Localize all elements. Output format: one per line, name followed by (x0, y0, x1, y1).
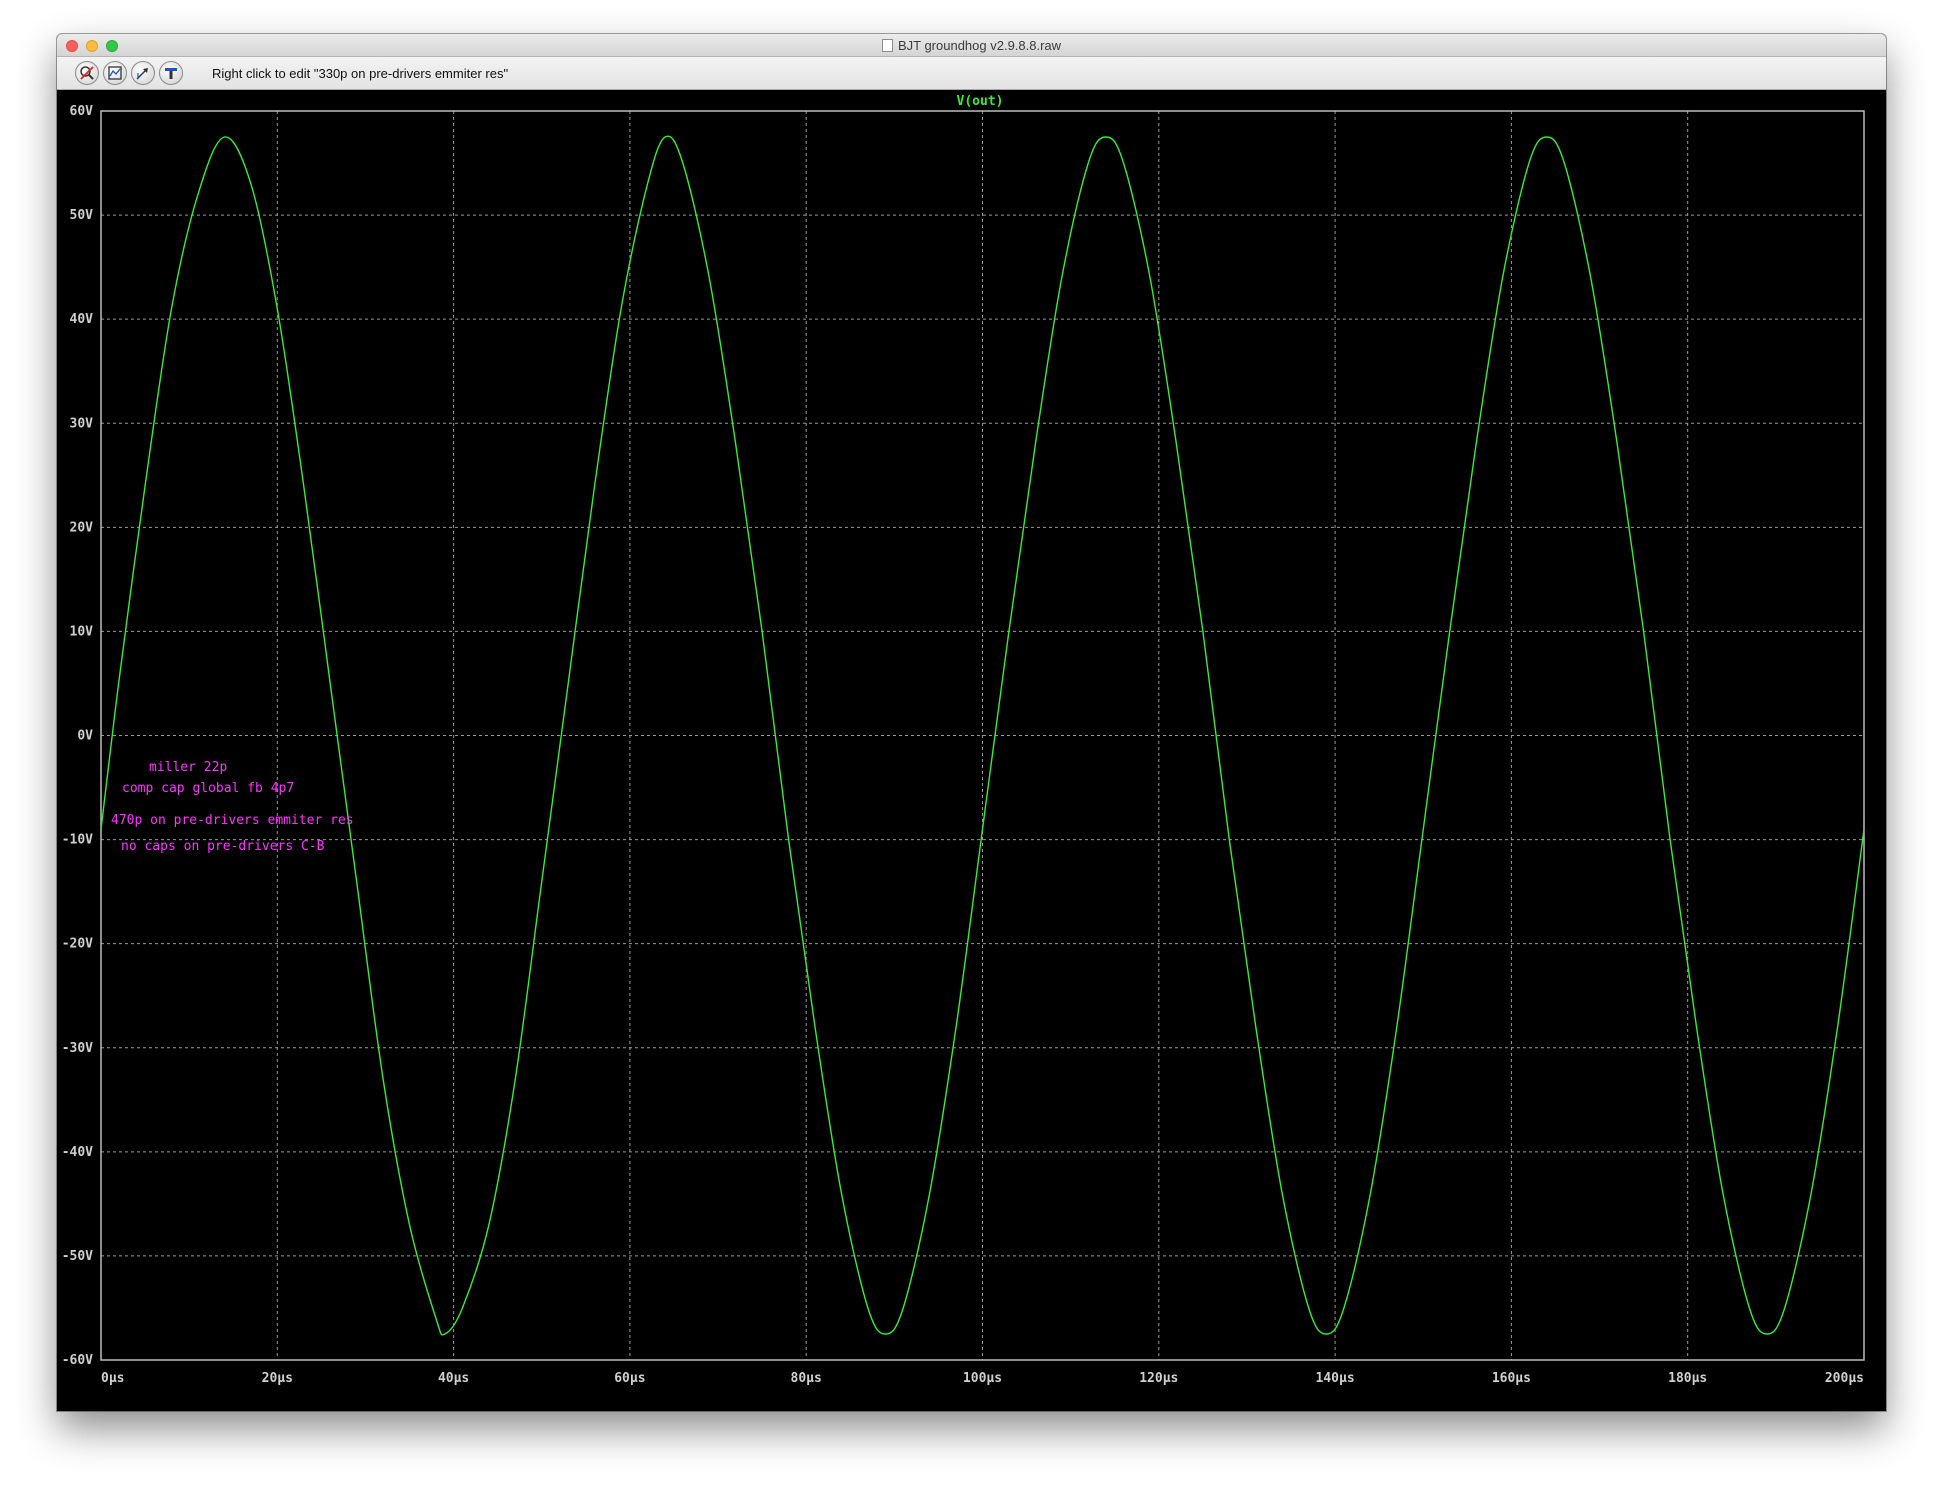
y-tick-label: -50V (62, 1249, 93, 1264)
y-tick-label: -30V (62, 1041, 93, 1056)
x-tick-label: 120µs (1139, 1371, 1178, 1386)
plot-canvas[interactable]: 60V 50V 40V 30V 20V 10V 0V -10V -20V -30V -40V -50V… (57, 90, 1886, 1411)
x-tick-label: 80µs (791, 1371, 822, 1386)
x-tick-label: 20µs (262, 1371, 293, 1386)
x-tick-label: 180µs (1668, 1371, 1707, 1386)
x-tick-label: 40µs (438, 1371, 469, 1386)
autorange-button[interactable] (103, 61, 127, 85)
annotation-pre-drivers-res[interactable]: 470p on pre-drivers emmiter res (111, 813, 354, 828)
annotation-miller[interactable]: miller 22p (149, 760, 227, 775)
document-icon (881, 39, 893, 52)
y-tick-label: 50V (70, 208, 94, 223)
x-tick-label: 60µs (614, 1371, 645, 1386)
y-tick-label: -60V (62, 1353, 93, 1368)
y-tick-label: -20V (62, 937, 93, 952)
y-tick-label: 40V (70, 312, 94, 327)
toolbar-hint: Right click to edit "330p on pre-drivers… (212, 66, 509, 81)
zoom-cancel-button[interactable] (75, 61, 99, 85)
x-tick-label: 140µs (1316, 1371, 1355, 1386)
x-tick-label: 100µs (963, 1371, 1002, 1386)
zoom-cancel-icon (80, 66, 94, 80)
toolbar: Right click to edit "330p on pre-drivers… (57, 57, 1886, 90)
y-tick-label: 30V (70, 416, 94, 431)
pan-icon (136, 68, 148, 80)
y-tick-label: 60V (70, 104, 94, 119)
annotation-comp-cap[interactable]: comp cap global fb 4p7 (122, 781, 294, 796)
x-tick-label: 160µs (1492, 1371, 1531, 1386)
autorange-icon (108, 66, 122, 80)
y-tick-label: 0V (77, 729, 93, 744)
y-tick-label: 20V (70, 520, 94, 535)
measure-icon (165, 68, 177, 79)
annotation-no-caps[interactable]: no caps on pre-drivers C-B (121, 839, 325, 854)
window-title: BJT groundhog v2.9.8.8.raw (897, 38, 1062, 53)
title-bar[interactable]: BJT groundhog v2.9.8.8.raw (57, 34, 1886, 57)
pan-button[interactable] (131, 61, 155, 85)
app-window: BJT groundhog v2.9.8.8.raw Right click t… (57, 34, 1886, 1411)
plot-background (57, 90, 1886, 1411)
x-tick-label: 200µs (1825, 1371, 1864, 1386)
y-tick-label: -40V (62, 1145, 93, 1160)
trace-title[interactable]: V(out) (957, 94, 1004, 109)
waveform-plot[interactable]: 60V 50V 40V 30V 20V 10V 0V -10V -20V -30V -40V -50V… (57, 90, 1886, 1411)
window-title-container: BJT groundhog v2.9.8.8.raw (57, 38, 1886, 53)
y-tick-label: -10V (62, 833, 93, 848)
measure-button[interactable] (159, 61, 183, 85)
y-tick-label: 10V (70, 624, 94, 639)
x-tick-label: 0µs (101, 1371, 124, 1386)
